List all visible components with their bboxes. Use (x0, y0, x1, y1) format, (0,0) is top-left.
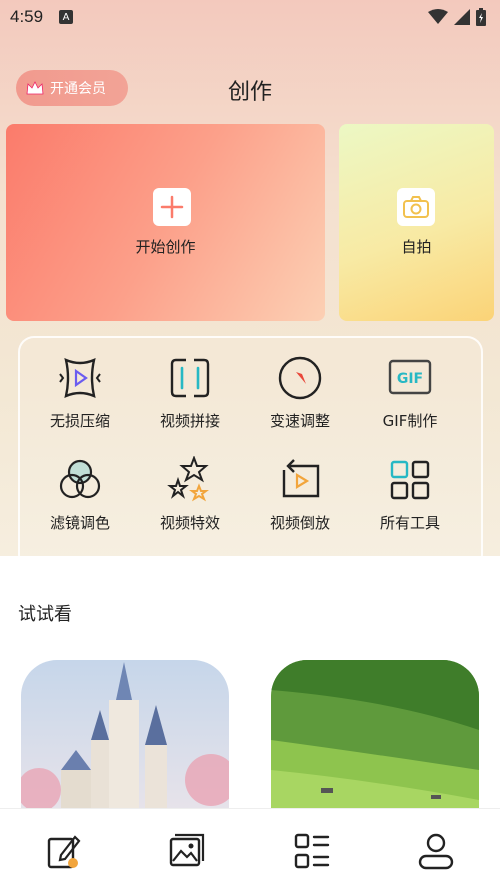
castle-image (21, 660, 229, 810)
filter-icon (59, 459, 101, 499)
tool-label: 滤镜调色 (49, 514, 110, 532)
tool-label: 视频拼接 (159, 412, 220, 430)
status-bar: 4:59 A (0, 0, 500, 34)
reverse-icon (282, 459, 320, 498)
svg-text:GIF: GIF (397, 371, 423, 387)
gallery-tab-icon[interactable] (167, 831, 207, 871)
tool-all-tools[interactable]: 所有工具 (355, 456, 465, 533)
list-tab-icon[interactable] (292, 831, 332, 871)
wifi-icon (428, 9, 448, 24)
status-time: 4:59 (10, 7, 44, 26)
signal-icon (454, 9, 470, 25)
tool-video-splice[interactable]: 视频拼接 (135, 354, 245, 431)
status-icons (428, 8, 486, 26)
profile-tab-icon[interactable] (416, 831, 456, 871)
effects-icon (167, 456, 209, 502)
tool-label: 无损压缩 (49, 412, 110, 430)
grassland-image (271, 660, 479, 810)
speed-icon (278, 356, 322, 400)
create-tab-icon[interactable] (45, 831, 85, 871)
tool-label: 变速调整 (269, 412, 330, 430)
tools-panel: 无损压缩 视频拼接 变速调整 GIF GIF制作 滤镜调色 视频特效 视频倒放 … (18, 336, 483, 571)
compress-icon (59, 357, 101, 399)
try-section-title: 试试看 (18, 604, 72, 625)
tool-video-effects[interactable]: 视频特效 (135, 456, 245, 533)
tool-filter[interactable]: 滤镜调色 (25, 456, 135, 533)
selfie-label: 自拍 (401, 238, 432, 256)
battery-icon (476, 8, 486, 26)
tool-gif-make[interactable]: GIF GIF制作 (355, 354, 465, 431)
template-thumbnail[interactable] (21, 660, 229, 810)
tool-lossless-compress[interactable]: 无损压缩 (25, 354, 135, 431)
tool-label: 视频特效 (159, 514, 220, 532)
gif-icon: GIF (388, 359, 432, 395)
plus-icon (153, 188, 191, 226)
tool-label: 视频倒放 (269, 514, 330, 532)
all-tools-icon (390, 460, 430, 500)
bottom-tab-bar (0, 808, 500, 888)
tool-label: 所有工具 (379, 514, 440, 532)
camera-icon (397, 188, 435, 226)
selfie-card[interactable]: 自拍 (339, 124, 494, 321)
tool-video-reverse[interactable]: 视频倒放 (245, 456, 355, 533)
tool-speed-adjust[interactable]: 变速调整 (245, 354, 355, 431)
notification-icon: A (59, 10, 74, 24)
template-thumbnail[interactable] (271, 660, 479, 810)
start-create-label: 开始创作 (135, 238, 196, 256)
splice-icon (170, 358, 210, 398)
tool-label: GIF制作 (382, 412, 438, 430)
start-create-card[interactable]: 开始创作 (6, 124, 325, 321)
page-title: 创作 (227, 80, 272, 105)
